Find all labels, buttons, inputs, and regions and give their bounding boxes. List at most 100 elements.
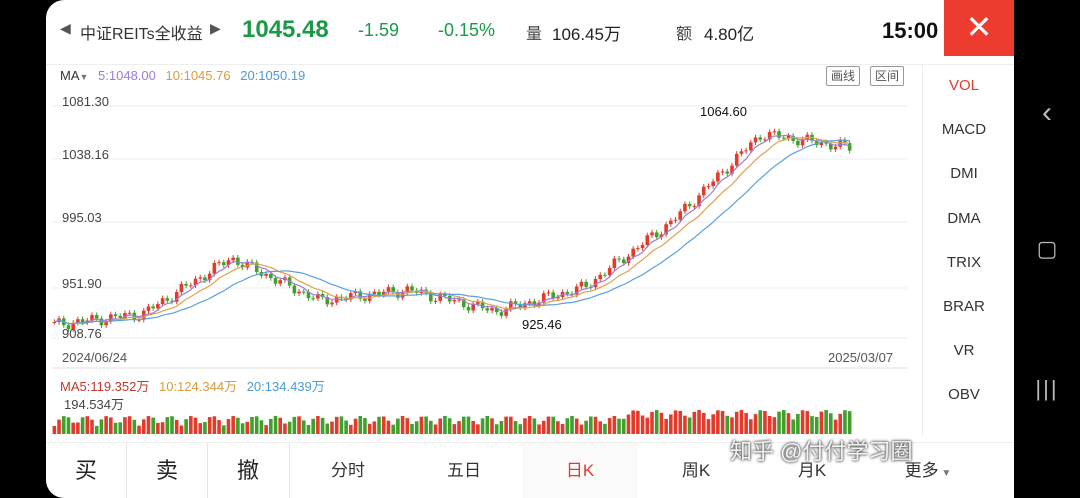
candle-body (499, 312, 504, 316)
volume-bar (843, 410, 847, 434)
volume-bar (716, 410, 720, 434)
candle-body (236, 257, 240, 265)
amount-value: 4.80亿 (704, 25, 755, 44)
candle-body (744, 150, 748, 152)
candle-body (400, 292, 405, 298)
volume-bar (509, 416, 513, 434)
volume-bar (805, 411, 810, 434)
volume-bar (546, 416, 551, 434)
volume-bar (810, 416, 814, 434)
buy-button[interactable]: 买 (46, 443, 126, 498)
candle-body (146, 306, 151, 311)
indicator-obv[interactable]: OBV (923, 373, 1005, 417)
volume-bar (367, 423, 372, 434)
volume-bar (226, 419, 231, 434)
home-icon[interactable]: ▢ (1014, 236, 1080, 262)
volume-bar (273, 416, 278, 434)
y-label-3: 995.03 (62, 210, 102, 225)
volume-bar (170, 416, 174, 434)
volume-bar (339, 416, 344, 434)
y-label-1: 1081.30 (62, 94, 109, 109)
volume-bar (278, 417, 283, 434)
indicator-macd[interactable]: MACD (923, 108, 1005, 152)
candle-body (311, 298, 315, 300)
indicator-brar[interactable]: BRAR (923, 285, 1005, 329)
volume-bar (720, 410, 725, 434)
candle-body (292, 285, 297, 294)
candle-body (796, 140, 800, 146)
y-label-2: 1038.16 (62, 147, 109, 162)
volume-bar (650, 411, 654, 434)
candle-body (847, 143, 852, 151)
volume-bar (76, 422, 80, 434)
y-label-4: 951.90 (62, 276, 102, 291)
volume-bar (349, 424, 353, 434)
amount-label: 额 (676, 26, 693, 43)
candle-body (673, 219, 678, 221)
volume-bar (141, 419, 146, 434)
volume-bar (603, 423, 607, 434)
volume-bar (687, 417, 692, 434)
tab-intraday[interactable]: 分时 (290, 443, 406, 498)
volume-bar (847, 411, 852, 434)
volume-bar (372, 421, 377, 434)
candle-body (725, 171, 730, 174)
volume-bar (447, 418, 452, 434)
volume-bar (400, 416, 405, 434)
volume-bar (758, 410, 763, 434)
system-nav-bar: ‹ ▢ ||| (1014, 0, 1080, 498)
quote-time: 15:00 (882, 18, 939, 43)
candle-body (701, 186, 706, 196)
volume-bar (753, 414, 758, 434)
candle-body (734, 153, 739, 166)
volume-bar (179, 425, 184, 434)
volume-label: 量 (526, 26, 543, 43)
cancel-order-button[interactable]: 撤 (208, 443, 288, 498)
volume-bar (499, 420, 504, 434)
volume-bar (160, 422, 165, 434)
volume-bar (334, 416, 339, 434)
candle-body (749, 142, 753, 151)
candle-body (692, 206, 697, 208)
volume-bar (664, 418, 668, 434)
volume-bar (772, 417, 777, 434)
indicator-dmi[interactable]: DMI (923, 152, 1005, 196)
prev-arrow-icon[interactable]: ◀ (60, 20, 71, 37)
volume-bar (174, 419, 179, 434)
sell-button[interactable]: 卖 (127, 443, 207, 498)
candle-body (753, 137, 758, 143)
candle-body (452, 300, 457, 302)
kline-chart[interactable]: MA▼ 5:1048.00 10:1045.76 20:1050.19 画线 区… (52, 64, 912, 436)
volume-bar (207, 417, 212, 434)
index-name: 中证REITs全收益 (80, 26, 203, 43)
y-label-5: 908.76 (62, 326, 102, 341)
volume-bar (137, 425, 141, 434)
volume-bar (833, 419, 838, 434)
watermark: 知乎 @付付学习圈 (730, 439, 913, 464)
indicator-trix[interactable]: TRIX (923, 241, 1005, 285)
volume-bar (645, 417, 650, 434)
recents-icon[interactable]: ||| (1014, 376, 1080, 402)
tab-five-day[interactable]: 五日 (406, 443, 522, 498)
price-change-pct: -0.15% (438, 20, 496, 40)
volume-bar (457, 421, 461, 434)
indicator-dma[interactable]: DMA (923, 197, 1005, 241)
candle-body (127, 312, 132, 314)
back-icon[interactable]: ‹ (1014, 96, 1080, 130)
volume-bar (461, 416, 466, 434)
indicator-vr[interactable]: VR (923, 329, 1005, 373)
volume-bar (311, 418, 315, 434)
volume-bar (711, 414, 715, 434)
volume-bar (829, 413, 833, 434)
volume-bar (466, 416, 471, 434)
volume-bar (494, 424, 499, 434)
close-icon[interactable]: ✕ (944, 0, 1014, 56)
volume-bar (94, 425, 99, 434)
candle-body (654, 232, 659, 238)
volume-bar (353, 418, 358, 434)
next-arrow-icon[interactable]: ▶ (210, 20, 221, 37)
tab-daily-k[interactable]: 日K (522, 443, 638, 498)
candle-body (546, 292, 551, 294)
indicator-vol[interactable]: VOL (923, 64, 1005, 108)
candle-body (410, 286, 414, 291)
